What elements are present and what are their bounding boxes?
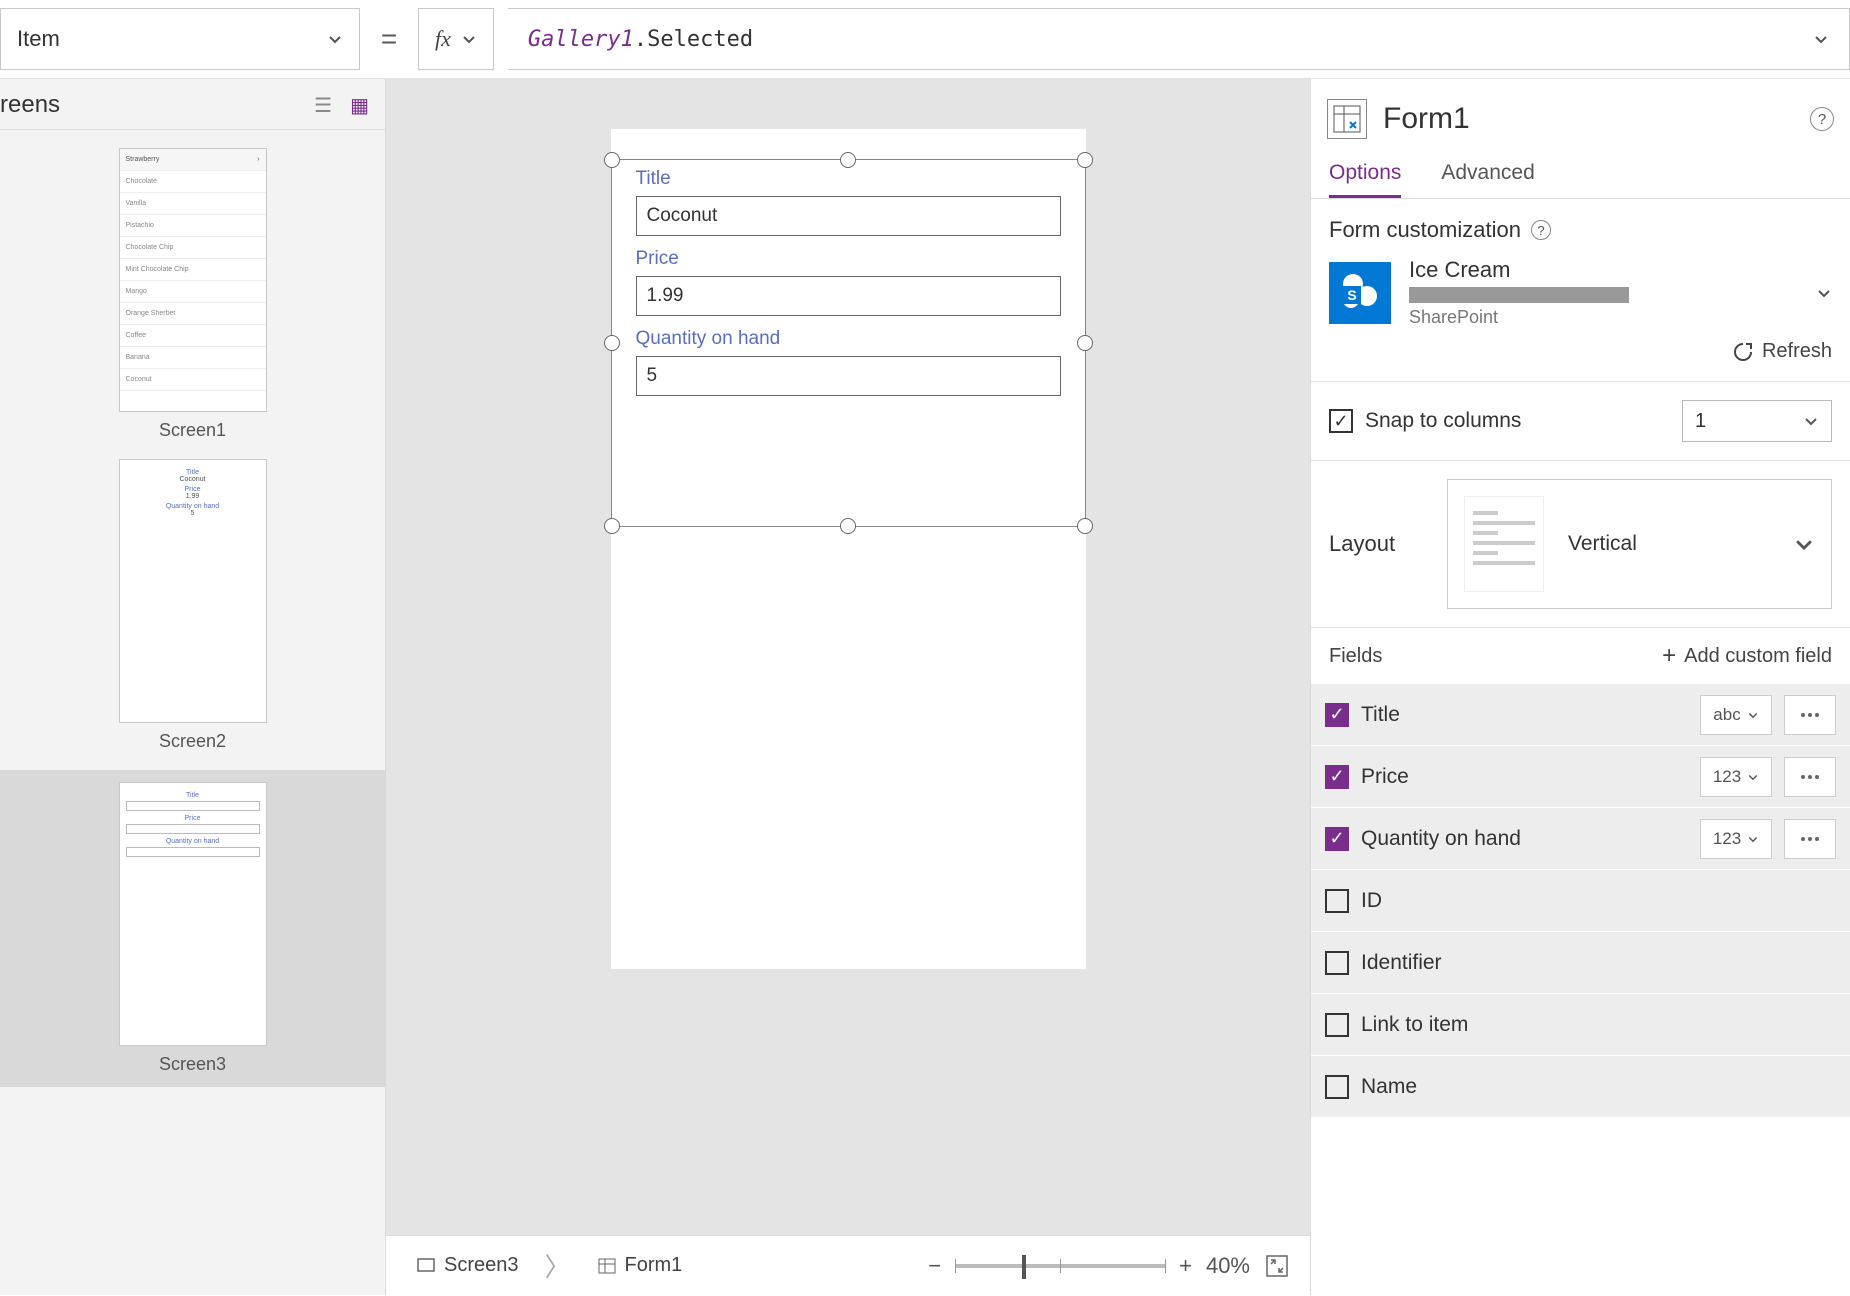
screen-icon bbox=[416, 1256, 436, 1276]
field-checkbox[interactable] bbox=[1325, 765, 1349, 789]
field-type[interactable]: 123 bbox=[1700, 757, 1772, 797]
form-custom-label: Form customization bbox=[1329, 217, 1521, 243]
screens-title: reens bbox=[0, 91, 60, 119]
list-view-icon[interactable]: ☰ bbox=[314, 93, 332, 118]
resize-handle[interactable] bbox=[1077, 518, 1093, 534]
field-checkbox[interactable] bbox=[1325, 703, 1349, 727]
snap-label: Snap to columns bbox=[1365, 409, 1521, 433]
formula-input[interactable]: Gallery1.Selected bbox=[508, 8, 1850, 70]
field-checkbox[interactable] bbox=[1325, 827, 1349, 851]
datasource-redacted bbox=[1409, 287, 1629, 303]
field-checkbox[interactable] bbox=[1325, 1075, 1349, 1099]
property-name: Item bbox=[17, 26, 60, 52]
tab-advanced[interactable]: Advanced bbox=[1441, 151, 1534, 198]
formula-ref: Gallery1 bbox=[528, 27, 634, 52]
grid-view-icon[interactable]: ▦ bbox=[350, 93, 369, 118]
field-input-title[interactable]: Coconut bbox=[636, 196, 1061, 236]
phone-frame[interactable]: Title Coconut Price 1.99 Quantity on han… bbox=[611, 129, 1086, 969]
footer-bar: Screen3 〉 Form1 − + 40% bbox=[386, 1235, 1310, 1295]
field-row[interactable]: Identifier bbox=[1311, 932, 1850, 994]
fields-list: Title abc Price 123 Quantity on hand 123… bbox=[1311, 684, 1850, 1118]
layout-label: Layout bbox=[1329, 531, 1419, 557]
add-field-button[interactable]: + Add custom field bbox=[1662, 642, 1832, 670]
thumb-screen3[interactable]: Title Price Quantity on hand Screen3 bbox=[0, 770, 385, 1087]
field-checkbox[interactable] bbox=[1325, 889, 1349, 913]
field-type[interactable]: abc bbox=[1700, 695, 1772, 735]
fields-label: Fields bbox=[1329, 645, 1382, 668]
canvas: Title Coconut Price 1.99 Quantity on han… bbox=[386, 79, 1310, 1295]
refresh-icon bbox=[1732, 341, 1754, 363]
layout-swatch bbox=[1464, 496, 1544, 592]
field-row[interactable]: Link to item bbox=[1311, 994, 1850, 1056]
datasource-picker[interactable]: S Ice Cream SharePoint bbox=[1329, 257, 1832, 328]
chevron-down-icon bbox=[1816, 277, 1832, 308]
help-icon[interactable]: ? bbox=[1810, 107, 1834, 131]
thumb-screen1[interactable]: Strawberry› Chocolate Vanilla Pistachio … bbox=[0, 148, 385, 441]
zoom-value: 40% bbox=[1206, 1253, 1250, 1279]
svg-text:S: S bbox=[1347, 287, 1356, 303]
snap-columns-select[interactable]: 1 bbox=[1682, 400, 1832, 442]
resize-handle[interactable] bbox=[1077, 152, 1093, 168]
field-label-title: Title bbox=[636, 168, 1061, 190]
snap-checkbox[interactable] bbox=[1329, 409, 1353, 433]
field-row[interactable]: Quantity on hand 123 bbox=[1311, 808, 1850, 870]
resize-handle[interactable] bbox=[604, 518, 620, 534]
panel-title: Form1 bbox=[1383, 102, 1794, 136]
field-row[interactable]: ID bbox=[1311, 870, 1850, 932]
form-type-icon bbox=[1327, 99, 1367, 139]
screens-panel: reens ☰ ▦ Strawberry› Chocolate Vanilla … bbox=[0, 79, 386, 1295]
field-more[interactable] bbox=[1784, 757, 1836, 797]
properties-panel: Form1 ? Options Advanced Form customizat… bbox=[1310, 79, 1850, 1295]
field-checkbox[interactable] bbox=[1325, 1013, 1349, 1037]
field-label-price: Price bbox=[636, 248, 1061, 270]
property-select[interactable]: Item bbox=[0, 8, 360, 70]
field-more[interactable] bbox=[1784, 819, 1836, 859]
thumb-preview: Strawberry› Chocolate Vanilla Pistachio … bbox=[119, 148, 267, 412]
resize-handle[interactable] bbox=[840, 518, 856, 534]
field-type[interactable]: 123 bbox=[1700, 819, 1772, 859]
breadcrumb-screen[interactable]: Screen3 bbox=[406, 1254, 529, 1277]
resize-handle[interactable] bbox=[840, 152, 856, 168]
fx-button[interactable]: fx bbox=[418, 8, 494, 70]
resize-handle[interactable] bbox=[604, 335, 620, 351]
formula-bar: Item = fx Gallery1.Selected bbox=[0, 0, 1850, 79]
field-checkbox[interactable] bbox=[1325, 951, 1349, 975]
formula-sel: .Selected bbox=[634, 27, 753, 52]
resize-handle[interactable] bbox=[604, 152, 620, 168]
breadcrumb-sep: 〉 bbox=[545, 1247, 571, 1284]
datasource-name: Ice Cream bbox=[1409, 257, 1798, 283]
zoom-in[interactable]: + bbox=[1179, 1253, 1192, 1279]
thumb-preview: Title Price Quantity on hand bbox=[119, 782, 267, 1046]
datasource-type: SharePoint bbox=[1409, 307, 1798, 328]
thumb-preview: Title Coconut Price 1.99 Quantity on han… bbox=[119, 459, 267, 723]
layout-picker[interactable]: Vertical bbox=[1447, 479, 1832, 609]
zoom-out[interactable]: − bbox=[928, 1253, 941, 1279]
field-row[interactable]: Title abc bbox=[1311, 684, 1850, 746]
field-more[interactable] bbox=[1784, 695, 1836, 735]
refresh-button[interactable]: Refresh bbox=[1329, 340, 1832, 363]
resize-handle[interactable] bbox=[1077, 335, 1093, 351]
form-control[interactable]: Title Coconut Price 1.99 Quantity on han… bbox=[611, 159, 1086, 527]
field-input-price[interactable]: 1.99 bbox=[636, 276, 1061, 316]
breadcrumb-form[interactable]: Form1 bbox=[587, 1254, 693, 1277]
equals-icon: = bbox=[374, 23, 404, 55]
sharepoint-icon: S bbox=[1329, 262, 1391, 324]
fit-icon[interactable] bbox=[1264, 1253, 1290, 1279]
thumb-screen2[interactable]: Title Coconut Price 1.99 Quantity on han… bbox=[0, 459, 385, 752]
field-label-qty: Quantity on hand bbox=[636, 328, 1061, 350]
tab-options[interactable]: Options bbox=[1329, 151, 1401, 198]
field-row[interactable]: Price 123 bbox=[1311, 746, 1850, 808]
help-icon[interactable]: ? bbox=[1531, 220, 1551, 240]
form-icon bbox=[597, 1256, 617, 1276]
field-input-qty[interactable]: 5 bbox=[636, 356, 1061, 396]
field-row[interactable]: Name bbox=[1311, 1056, 1850, 1118]
zoom-slider[interactable] bbox=[955, 1264, 1165, 1268]
